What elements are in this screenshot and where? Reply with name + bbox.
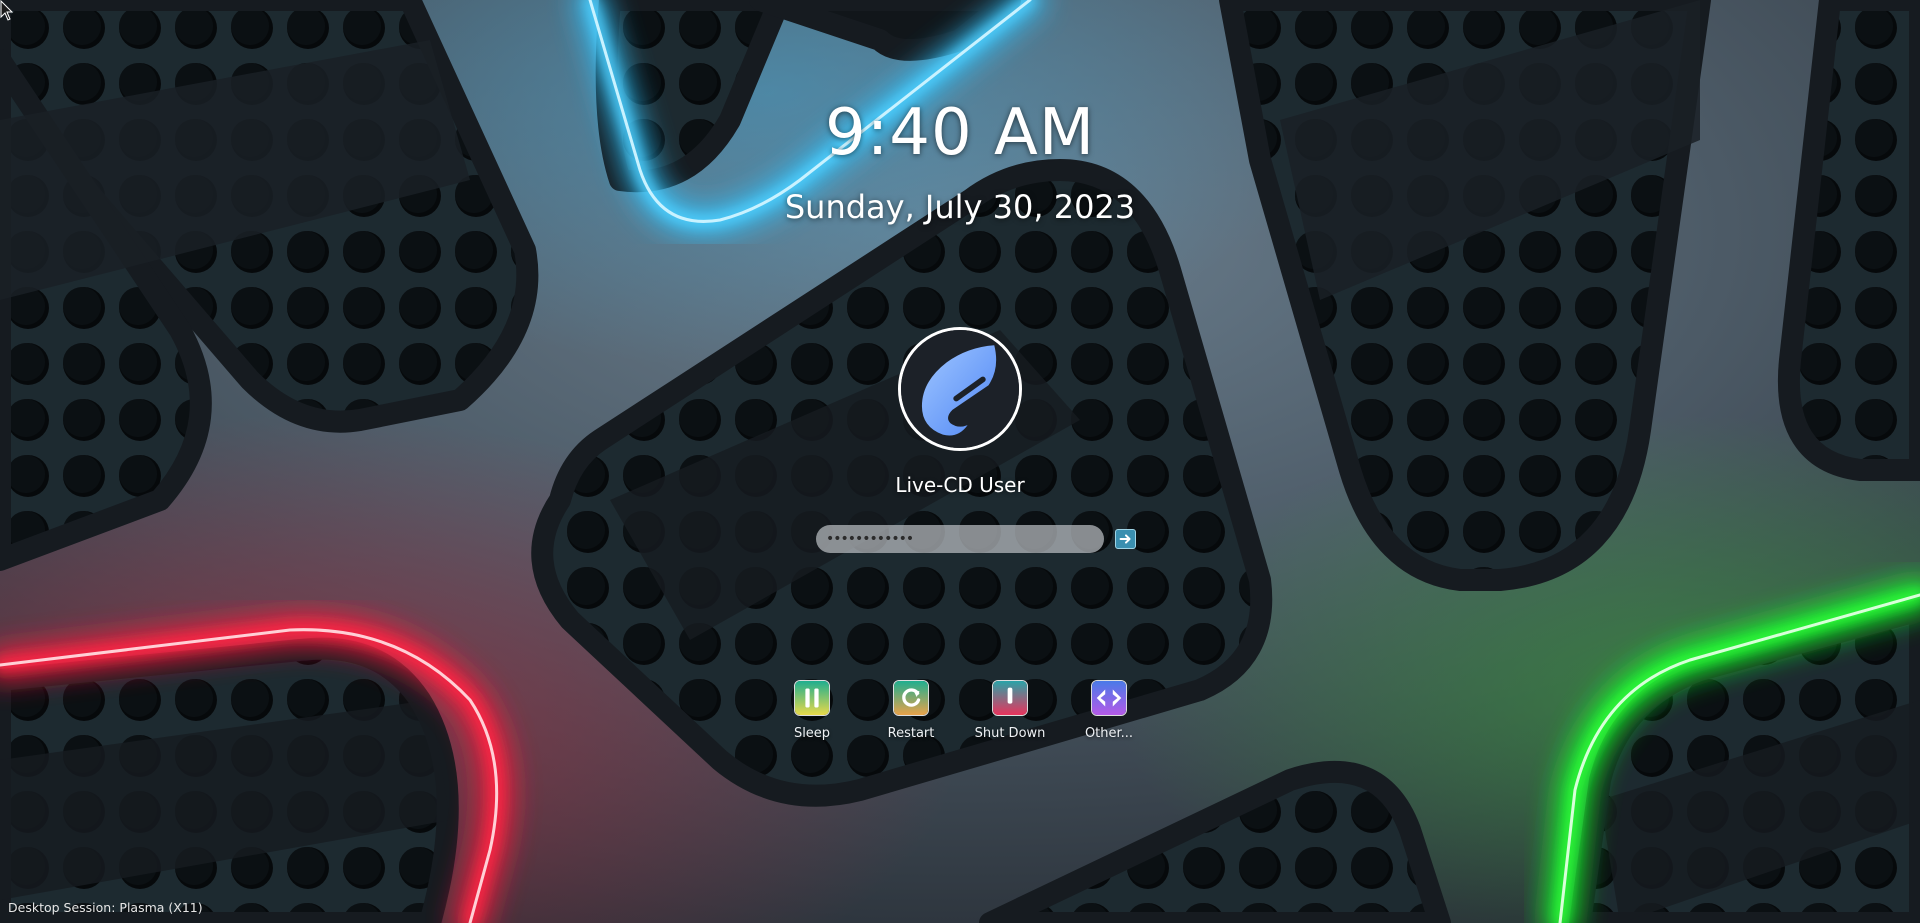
restart-button[interactable]: Restart — [861, 680, 961, 741]
other-label: Other... — [1084, 726, 1134, 741]
desktop-session-selector[interactable]: Desktop Session: Plasma (X11) — [8, 900, 203, 915]
shutdown-icon — [992, 680, 1028, 716]
switch-user-icon — [1091, 680, 1127, 716]
restart-icon — [893, 680, 929, 716]
user-avatar[interactable] — [898, 327, 1022, 451]
clock-time: 9:40 AM — [824, 96, 1096, 170]
sleep-label: Sleep — [793, 726, 831, 741]
clock-date: Sunday, July 30, 2023 — [784, 188, 1136, 226]
arrow-right-icon — [1119, 534, 1131, 544]
distro-logo-icon — [901, 330, 1019, 448]
sleep-icon — [794, 680, 830, 716]
mouse-cursor-icon — [0, 0, 14, 21]
sleep-button[interactable]: Sleep — [762, 680, 862, 741]
user-name: Live-CD User — [895, 473, 1025, 497]
restart-label: Restart — [887, 726, 935, 741]
shutdown-button[interactable]: Shut Down — [960, 680, 1060, 741]
password-field[interactable] — [816, 525, 1104, 553]
lock-screen: 9:40 AM Sunday, July 30, 2023 Live-CD Us… — [0, 0, 1920, 923]
other-button[interactable]: Other... — [1059, 680, 1159, 741]
shutdown-label: Shut Down — [974, 726, 1046, 741]
login-button[interactable] — [1115, 529, 1136, 549]
